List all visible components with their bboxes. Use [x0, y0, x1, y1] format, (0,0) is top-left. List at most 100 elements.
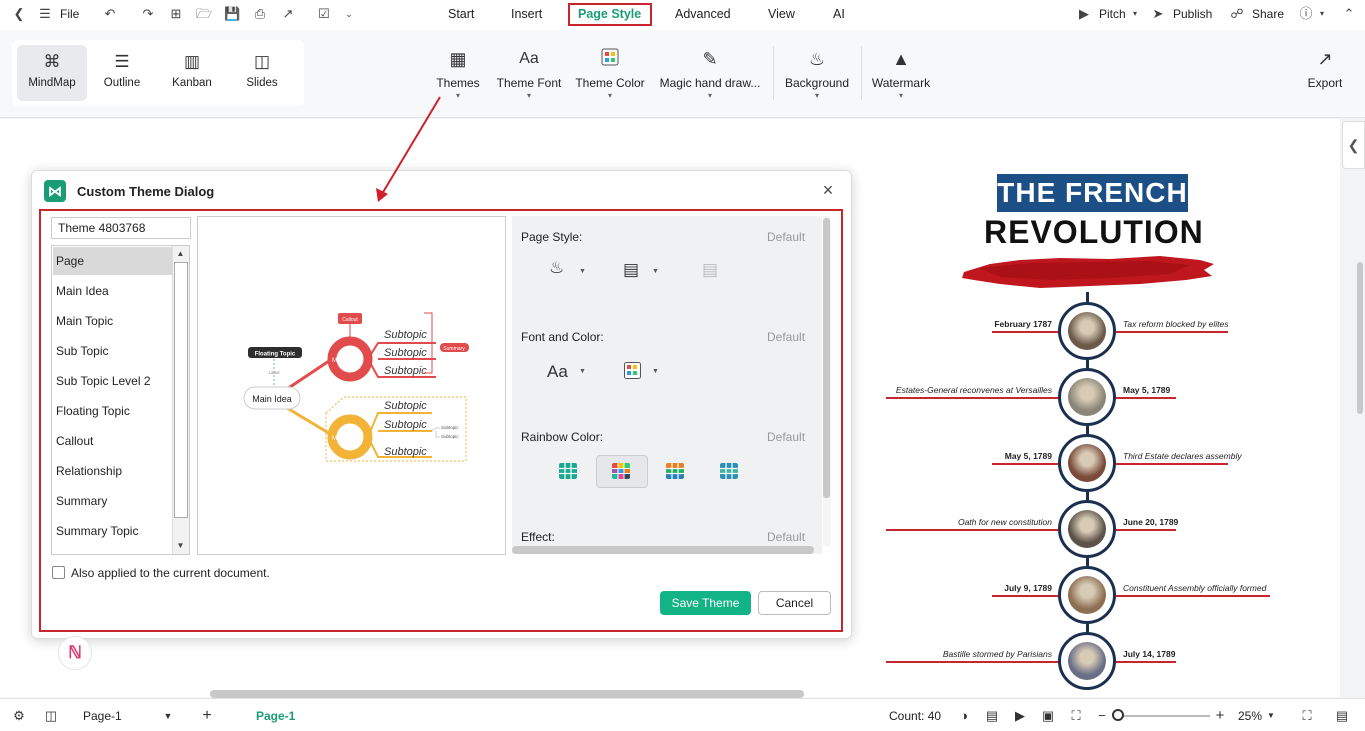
element-list-item[interactable]: Main Idea — [53, 277, 172, 305]
new-file-icon[interactable]: ⊞ — [168, 6, 184, 22]
timeline-right-text[interactable]: June 20, 1789 — [1123, 517, 1178, 527]
share-button[interactable]: Share — [1252, 7, 1284, 21]
fill-caret-icon[interactable]: ▼ — [579, 268, 586, 275]
pitch-button[interactable]: Pitch — [1099, 7, 1126, 21]
publish-button[interactable]: Publish — [1173, 7, 1212, 21]
themes-button[interactable]: ▦ Themes ▾ — [436, 48, 480, 100]
rainbow-option-blue-icon[interactable] — [720, 463, 738, 479]
canvas-horizontal-scrollbar[interactable] — [210, 690, 804, 698]
tab-ai[interactable]: AI — [833, 7, 845, 21]
element-list[interactable]: Page Main Idea Main Topic Sub Topic Sub Topi… — [51, 245, 190, 555]
timeline-left-text[interactable]: Bastille stormed by Parisians — [943, 649, 1052, 659]
magic-hand-draw-button[interactable]: ✎ Magic hand draw... ▾ — [658, 48, 762, 100]
timeline-right-text[interactable]: Constituent Assembly officially formed — [1123, 583, 1266, 593]
tab-start[interactable]: Start — [448, 7, 474, 21]
close-icon[interactable]: × — [819, 181, 837, 199]
view-outline[interactable]: ☰ Outline — [87, 45, 157, 101]
publish-icon[interactable]: ➤ — [1150, 6, 1166, 22]
pitch-caret-icon[interactable]: ▾ — [1127, 6, 1143, 22]
zoom-level[interactable]: 25% — [1238, 709, 1262, 723]
timeline-portrait[interactable] — [1058, 632, 1116, 690]
element-list-item[interactable]: Sub Topic Level 2 — [53, 367, 172, 395]
play-icon[interactable]: ▶ — [1012, 708, 1028, 724]
timeline-left-text[interactable]: February 1787 — [994, 319, 1052, 329]
view-kanban[interactable]: ▥ Kanban — [157, 45, 227, 101]
element-list-item[interactable]: Summary Topic — [53, 517, 172, 545]
properties-vertical-scroll-thumb[interactable] — [823, 218, 830, 498]
print-icon[interactable]: ⎙ — [252, 6, 268, 22]
rainbow-option-multicolor-icon[interactable] — [612, 463, 630, 479]
add-page-icon[interactable]: + — [199, 708, 215, 724]
minimize-toolbar-icon[interactable]: ⌃ — [1341, 6, 1357, 22]
background-image-icon[interactable]: ▤ — [623, 260, 639, 280]
timeline-portrait[interactable] — [1058, 566, 1116, 624]
timeline-left-text[interactable]: Estates-General reconvenes at Versailles — [896, 385, 1052, 395]
timeline-right-text[interactable]: Tax reform blocked by elites — [1123, 319, 1229, 329]
undo-icon[interactable]: ↶ — [102, 6, 118, 22]
canvas-settings-icon[interactable]: ⚙ — [11, 708, 27, 724]
collapse-panel-icon[interactable]: ❮ — [1342, 121, 1365, 169]
timeline-left-text[interactable]: July 9, 1789 — [1004, 583, 1052, 593]
watermark-button[interactable]: ▲ Watermark ▾ — [870, 48, 932, 100]
element-list-item[interactable]: Relationship — [53, 457, 172, 485]
element-list-item[interactable]: Floating Topic — [53, 397, 172, 425]
timeline-left-text[interactable]: Oath for new constitution — [958, 517, 1052, 527]
tab-view[interactable]: View — [768, 7, 795, 21]
font-and-color-default-link[interactable]: Default — [767, 330, 805, 344]
timeline-portrait[interactable] — [1058, 434, 1116, 492]
theme-font-button[interactable]: Aa Theme Font ▾ — [496, 48, 562, 100]
zoom-caret-icon[interactable]: ▼ — [1263, 708, 1279, 724]
help-icon[interactable]: ⓘ — [1298, 6, 1314, 22]
infographic-title-line2[interactable]: REVOLUTION — [984, 212, 1203, 252]
font-icon[interactable]: Aa — [547, 362, 568, 382]
redo-icon[interactable]: ↷ — [140, 6, 156, 22]
timeline-left-text[interactable]: May 5, 1789 — [1005, 451, 1052, 461]
page-select[interactable]: Page-1 — [83, 709, 122, 723]
fullscreen-icon[interactable]: ⛶ — [1299, 708, 1315, 724]
export-small-icon[interactable]: ↗ — [280, 6, 296, 22]
properties-horizontal-scrollbar[interactable] — [512, 546, 814, 554]
timeline-right-text[interactable]: May 5, 1789 — [1123, 385, 1170, 395]
fullscreen-fit-icon[interactable]: ⛶ — [1068, 708, 1084, 724]
view-slides[interactable]: ◫ Slides — [227, 45, 297, 101]
export-button[interactable]: ↗ Export — [1303, 48, 1347, 90]
zoom-slider-track[interactable] — [1114, 715, 1210, 717]
element-list-scroll-thumb[interactable] — [174, 262, 188, 518]
effect-default-link[interactable]: Default — [767, 530, 805, 544]
tab-insert[interactable]: Insert — [511, 7, 542, 21]
scroll-up-icon[interactable]: ▲ — [172, 247, 189, 261]
focus-icon[interactable]: ◑ — [956, 708, 972, 724]
timeline-portrait[interactable] — [1058, 368, 1116, 426]
rainbow-option-mixed-icon[interactable] — [666, 463, 684, 479]
timeline-portrait[interactable] — [1058, 302, 1116, 360]
timeline-portrait[interactable] — [1058, 500, 1116, 558]
book-view-icon[interactable]: ▤ — [984, 708, 1000, 724]
infographic-title-line1[interactable]: THE FRENCH — [997, 174, 1188, 212]
layout-icon[interactable]: ◫ — [43, 708, 59, 724]
hamburger-menu-icon[interactable]: ☰ — [37, 6, 53, 22]
cancel-button[interactable]: Cancel — [758, 591, 831, 615]
element-list-item[interactable]: Main Topic — [53, 307, 172, 335]
view-mindmap[interactable]: ⌘ MindMap — [17, 45, 87, 101]
page-style-default-link[interactable]: Default — [767, 230, 805, 244]
background-button[interactable]: ♨ Background ▾ — [783, 48, 851, 100]
rainbow-color-default-link[interactable]: Default — [767, 430, 805, 444]
back-icon[interactable]: ❮ — [11, 6, 27, 22]
color-scheme-caret-icon[interactable]: ▼ — [652, 368, 659, 375]
open-folder-icon[interactable]: 🗁 — [196, 6, 212, 22]
fit-page-icon[interactable]: ▣ — [1040, 708, 1056, 724]
save-icon[interactable]: 💾 — [224, 6, 240, 22]
color-scheme-icon[interactable] — [624, 362, 641, 382]
also-apply-label[interactable]: Also applied to the current document. — [71, 566, 270, 580]
page-select-caret-icon[interactable]: ▼ — [160, 708, 176, 724]
background-image-caret-icon[interactable]: ▼ — [652, 268, 659, 275]
element-list-item[interactable]: Sub Topic — [53, 337, 172, 365]
help-caret-icon[interactable]: ▾ — [1314, 6, 1330, 22]
element-list-item[interactable]: Page — [53, 247, 172, 275]
timeline-right-text[interactable]: July 14, 1789 — [1123, 649, 1175, 659]
zoom-out-icon[interactable]: − — [1094, 708, 1110, 724]
share-icon[interactable]: ☍ — [1229, 6, 1245, 22]
element-list-item[interactable]: Summary — [53, 487, 172, 515]
theme-color-button[interactable]: Theme Color ▾ — [575, 48, 645, 100]
paint-bucket-icon[interactable]: ♨ — [549, 258, 564, 278]
